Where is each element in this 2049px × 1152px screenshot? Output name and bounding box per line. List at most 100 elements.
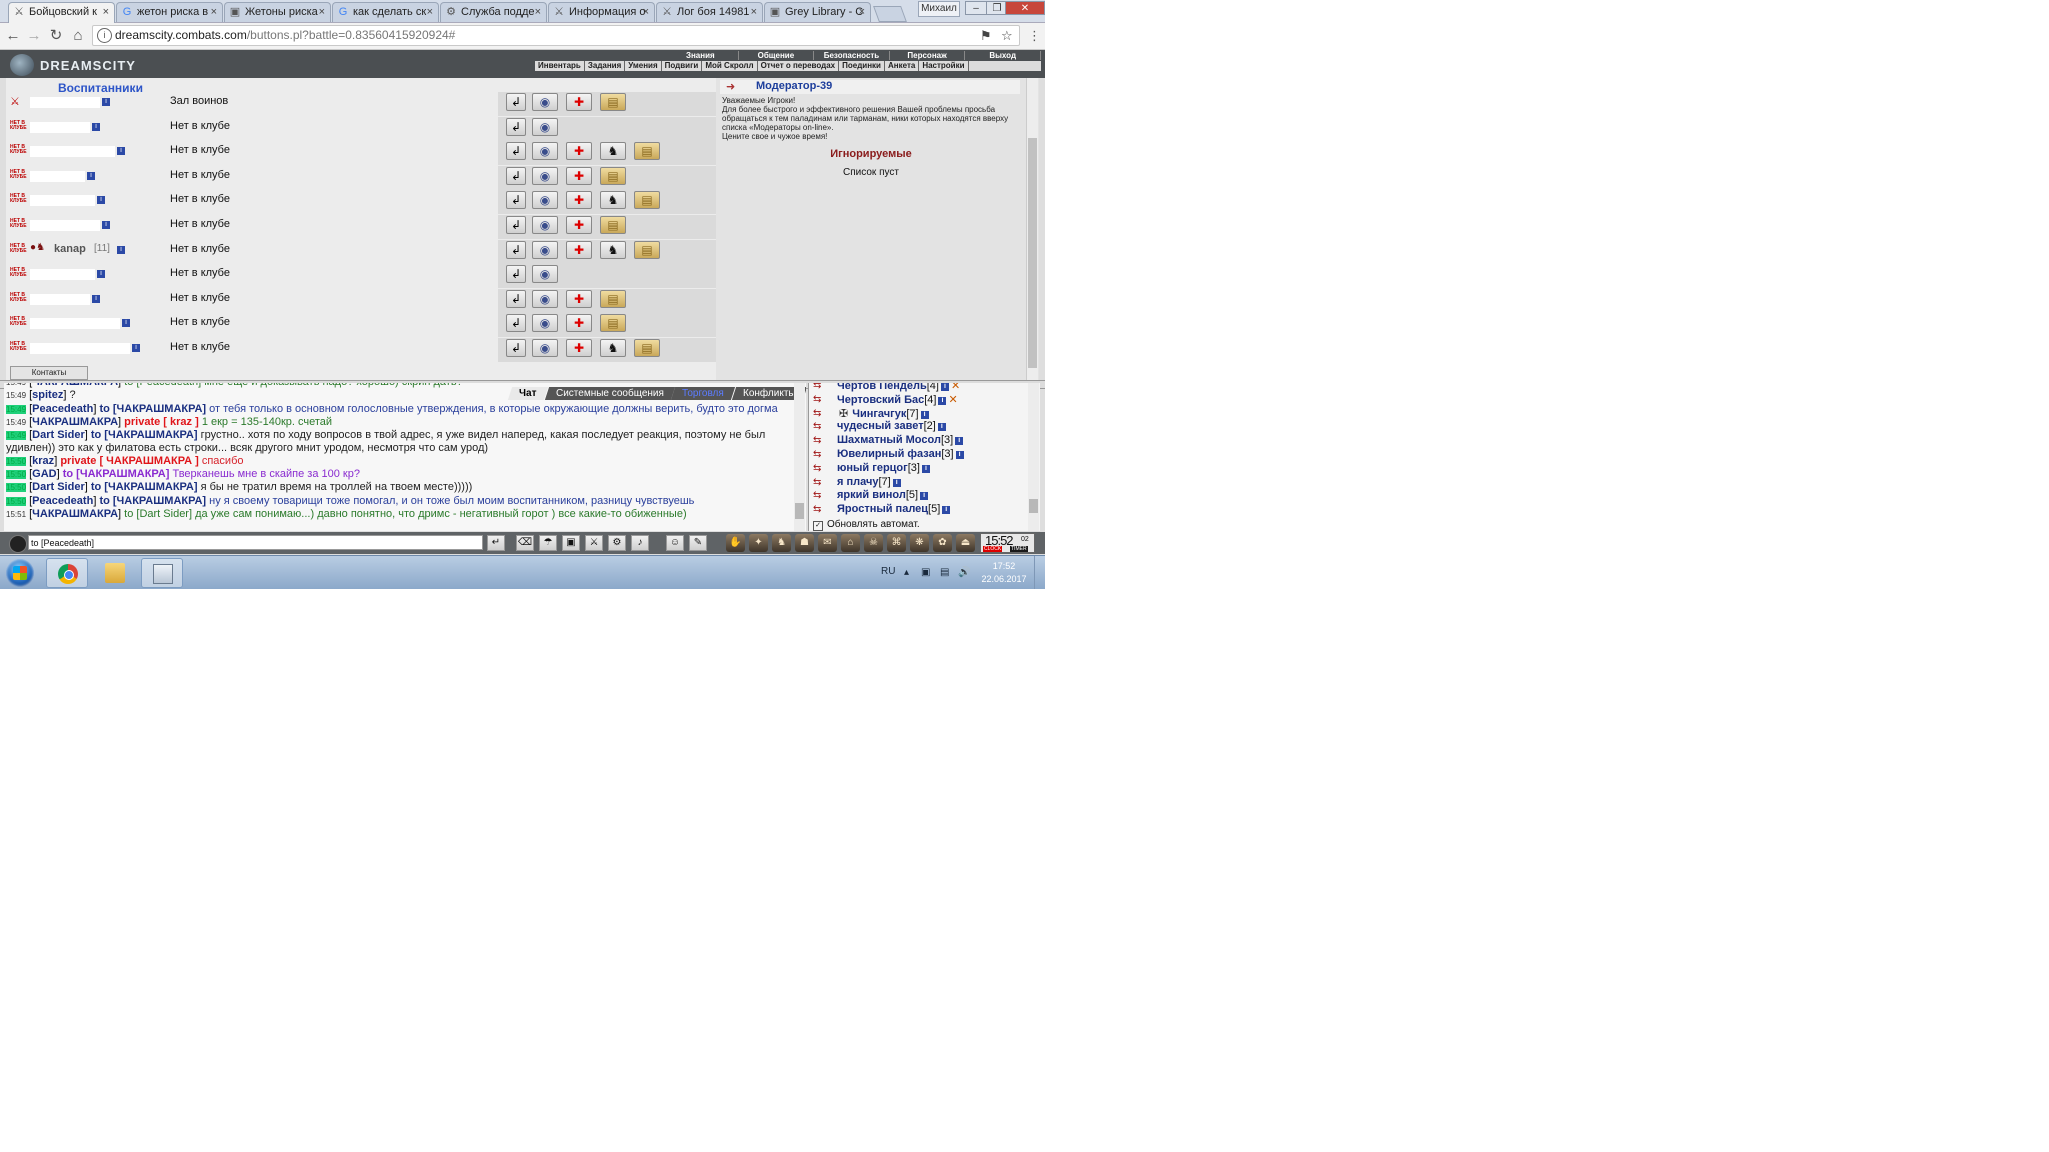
tray-volume-icon[interactable]: 🔊	[958, 567, 970, 578]
system-clock[interactable]: 17:52 22.06.2017	[981, 560, 1027, 586]
moderator-name[interactable]: Модератор-39	[756, 80, 832, 92]
online-nick[interactable]: Чертовский Бас	[837, 394, 924, 406]
save-icon[interactable]: ▣	[562, 535, 580, 551]
heal-icon[interactable]: ✚	[566, 240, 592, 259]
ward-nick[interactable]: НЕТ В КЛУБЕ i	[10, 119, 160, 135]
online-row[interactable]: ⇆ Чертов Пендель[4] i ✕	[809, 383, 1029, 393]
ward-nick[interactable]: НЕТ В КЛУБЕ i	[10, 168, 160, 184]
tab-close-icon[interactable]: ×	[643, 3, 649, 22]
ward-nick[interactable]: НЕТ В КЛУБЕ i	[10, 192, 160, 208]
info-icon[interactable]: i	[122, 319, 130, 328]
online-row[interactable]: ⇆ Яростный палец[5] i	[809, 503, 1029, 517]
chat-scrollbar[interactable]	[794, 383, 805, 531]
heal-icon[interactable]: ✚	[566, 191, 592, 210]
settings-icon[interactable]: ⚙	[608, 535, 626, 551]
whisper-arrow-icon[interactable]: ⇆	[813, 435, 829, 447]
chat-nick[interactable]: spitez	[32, 389, 63, 401]
sub-menu-item[interactable]: Инвентарь	[535, 61, 585, 71]
battle-icon[interactable]: ✕	[951, 383, 960, 392]
browser-tab[interactable]: ▣ Жетоны риска ×	[224, 2, 331, 22]
extension-icon[interactable]: ⚑	[980, 28, 992, 44]
browser-tab[interactable]: ⚙ Служба подде ×	[440, 2, 547, 22]
ward-nick[interactable]: НЕТ В КЛУБЕ ●♞ kanap [11] i	[10, 242, 160, 258]
main-menu-item[interactable]: Знания	[663, 51, 739, 60]
online-row[interactable]: ⇆ чудесный завет[2] i	[809, 420, 1029, 434]
toolbar-scroll-icon[interactable]: ✉	[818, 534, 837, 552]
new-tab-button[interactable]	[873, 6, 907, 22]
browser-tab[interactable]: Gкак сделать ск ×	[332, 2, 439, 22]
whisper-arrow-icon[interactable]: ↲	[506, 117, 526, 136]
online-nick[interactable]: чудесный завет	[837, 420, 924, 432]
taskbar-chrome[interactable]	[46, 558, 88, 588]
online-row[interactable]: ⇆ ✠ Чингачгук[7] i	[809, 407, 1029, 421]
chat-nick[interactable]: Peacedeath	[32, 495, 93, 507]
view-icon[interactable]: ◉	[532, 117, 558, 136]
online-row[interactable]: ⇆ Ювелирный фазан[3] i	[809, 448, 1029, 462]
tray-expand-icon[interactable]: ▴	[904, 567, 909, 578]
chat-time[interactable]: 15:49	[6, 404, 27, 414]
online-row[interactable]: ⇆ яркий винол[5] i	[809, 489, 1029, 503]
info-icon[interactable]: i	[955, 437, 964, 446]
browser-tab[interactable]: ⚔ Информация о ×	[548, 2, 655, 22]
chat-time[interactable]: 15:49	[6, 383, 26, 387]
send-icon[interactable]: ↵	[487, 535, 505, 551]
chat-nick[interactable]: Dart Sider	[32, 429, 85, 441]
info-icon[interactable]: i	[938, 396, 947, 405]
sub-menu-item[interactable]: Настройки	[919, 61, 969, 71]
emoticons-icon[interactable]: ☺	[666, 535, 684, 551]
whisper-arrow-icon[interactable]: ↲	[506, 142, 526, 161]
chat-target[interactable]: private [ kraz ]	[124, 416, 199, 428]
chat-time[interactable]: 15:51	[6, 510, 26, 519]
online-nick[interactable]: я плачу	[837, 476, 878, 488]
info-icon[interactable]: i	[117, 245, 125, 254]
online-nick[interactable]: яркий винол	[837, 489, 906, 501]
chat-nick[interactable]: kraz	[32, 455, 54, 467]
chat-target[interactable]: to [ЧАКРАШМАКРА]	[99, 403, 206, 415]
browser-tab[interactable]: ⚔ Лог боя 14981 ×	[656, 2, 763, 22]
chat-time[interactable]: 15:49	[6, 391, 26, 400]
sub-menu-item[interactable]: Подвиги	[662, 61, 703, 71]
chat-tab[interactable]: Чат	[507, 387, 548, 400]
site-info-icon[interactable]: i	[97, 28, 112, 43]
translit-icon[interactable]: ✎	[689, 535, 707, 551]
book-icon[interactable]: ▤	[600, 93, 626, 111]
online-nick[interactable]: юный герцог	[837, 462, 908, 474]
chat-target[interactable]: private [ ЧАКРАШМАКРА ]	[60, 455, 198, 467]
sub-menu-item[interactable]: Задания	[585, 61, 626, 71]
view-icon[interactable]: ◉	[532, 314, 558, 333]
whisper-arrow-icon[interactable]: ↲	[506, 191, 526, 210]
info-icon[interactable]: i	[92, 294, 100, 303]
chat-target[interactable]: to [ЧАКРАШМАКРА]	[91, 429, 198, 441]
show-desktop-button[interactable]	[1034, 556, 1045, 589]
tab-close-icon[interactable]: ×	[427, 3, 433, 22]
chat-nick[interactable]: ЧАКРАШМАКРА	[32, 416, 118, 428]
chat-target[interactable]: to [ЧАКРАШМАКРА]	[91, 481, 198, 493]
info-icon[interactable]: i	[87, 171, 95, 180]
whisper-arrow-icon[interactable]: ⇆	[813, 490, 829, 502]
online-nick[interactable]: Яростный палец	[837, 503, 928, 515]
view-icon[interactable]: ◉	[532, 166, 558, 185]
whisper-arrow-icon[interactable]: ↲	[506, 93, 526, 111]
chat-tab[interactable]: Системные сообщения	[544, 387, 675, 400]
info-icon[interactable]: i	[102, 221, 110, 229]
info-icon[interactable]: i	[920, 492, 929, 501]
chat-time[interactable]: 15:50	[6, 456, 27, 466]
book-icon[interactable]: ▤	[634, 339, 660, 357]
toolbar-bag-icon[interactable]: ✿	[933, 534, 952, 552]
browser-tab[interactable]: ⚔ Бойцовский к ×	[8, 2, 115, 23]
main-menu-item[interactable]: Безопасность	[814, 51, 890, 60]
whisper-arrow-icon[interactable]: ↲	[506, 339, 526, 357]
chat-target[interactable]: to [ЧАКРАШМАКРА]	[63, 468, 170, 480]
online-row[interactable]: ⇆ Чертовский Бас[4] i ✕	[809, 393, 1029, 407]
toolbar-map-icon[interactable]: ⌂	[841, 534, 860, 552]
browser-tab[interactable]: ▣ Grey Library - С ×	[764, 2, 871, 22]
fighters-icon[interactable]: ♞	[600, 191, 626, 210]
online-nick[interactable]: Ювелирный фазан	[837, 448, 941, 460]
whisper-arrow-icon[interactable]: ⇆	[813, 449, 829, 461]
profile-button[interactable]: Михаил	[918, 1, 960, 17]
toolbar-hand-icon[interactable]: ✋	[726, 534, 745, 552]
whisper-arrow-icon[interactable]: ↲	[506, 240, 526, 259]
whisper-arrow-icon[interactable]: ↲	[506, 314, 526, 333]
book-icon[interactable]: ▤	[600, 216, 626, 234]
ward-nick[interactable]: НЕТ В КЛУБЕ i	[10, 315, 160, 331]
